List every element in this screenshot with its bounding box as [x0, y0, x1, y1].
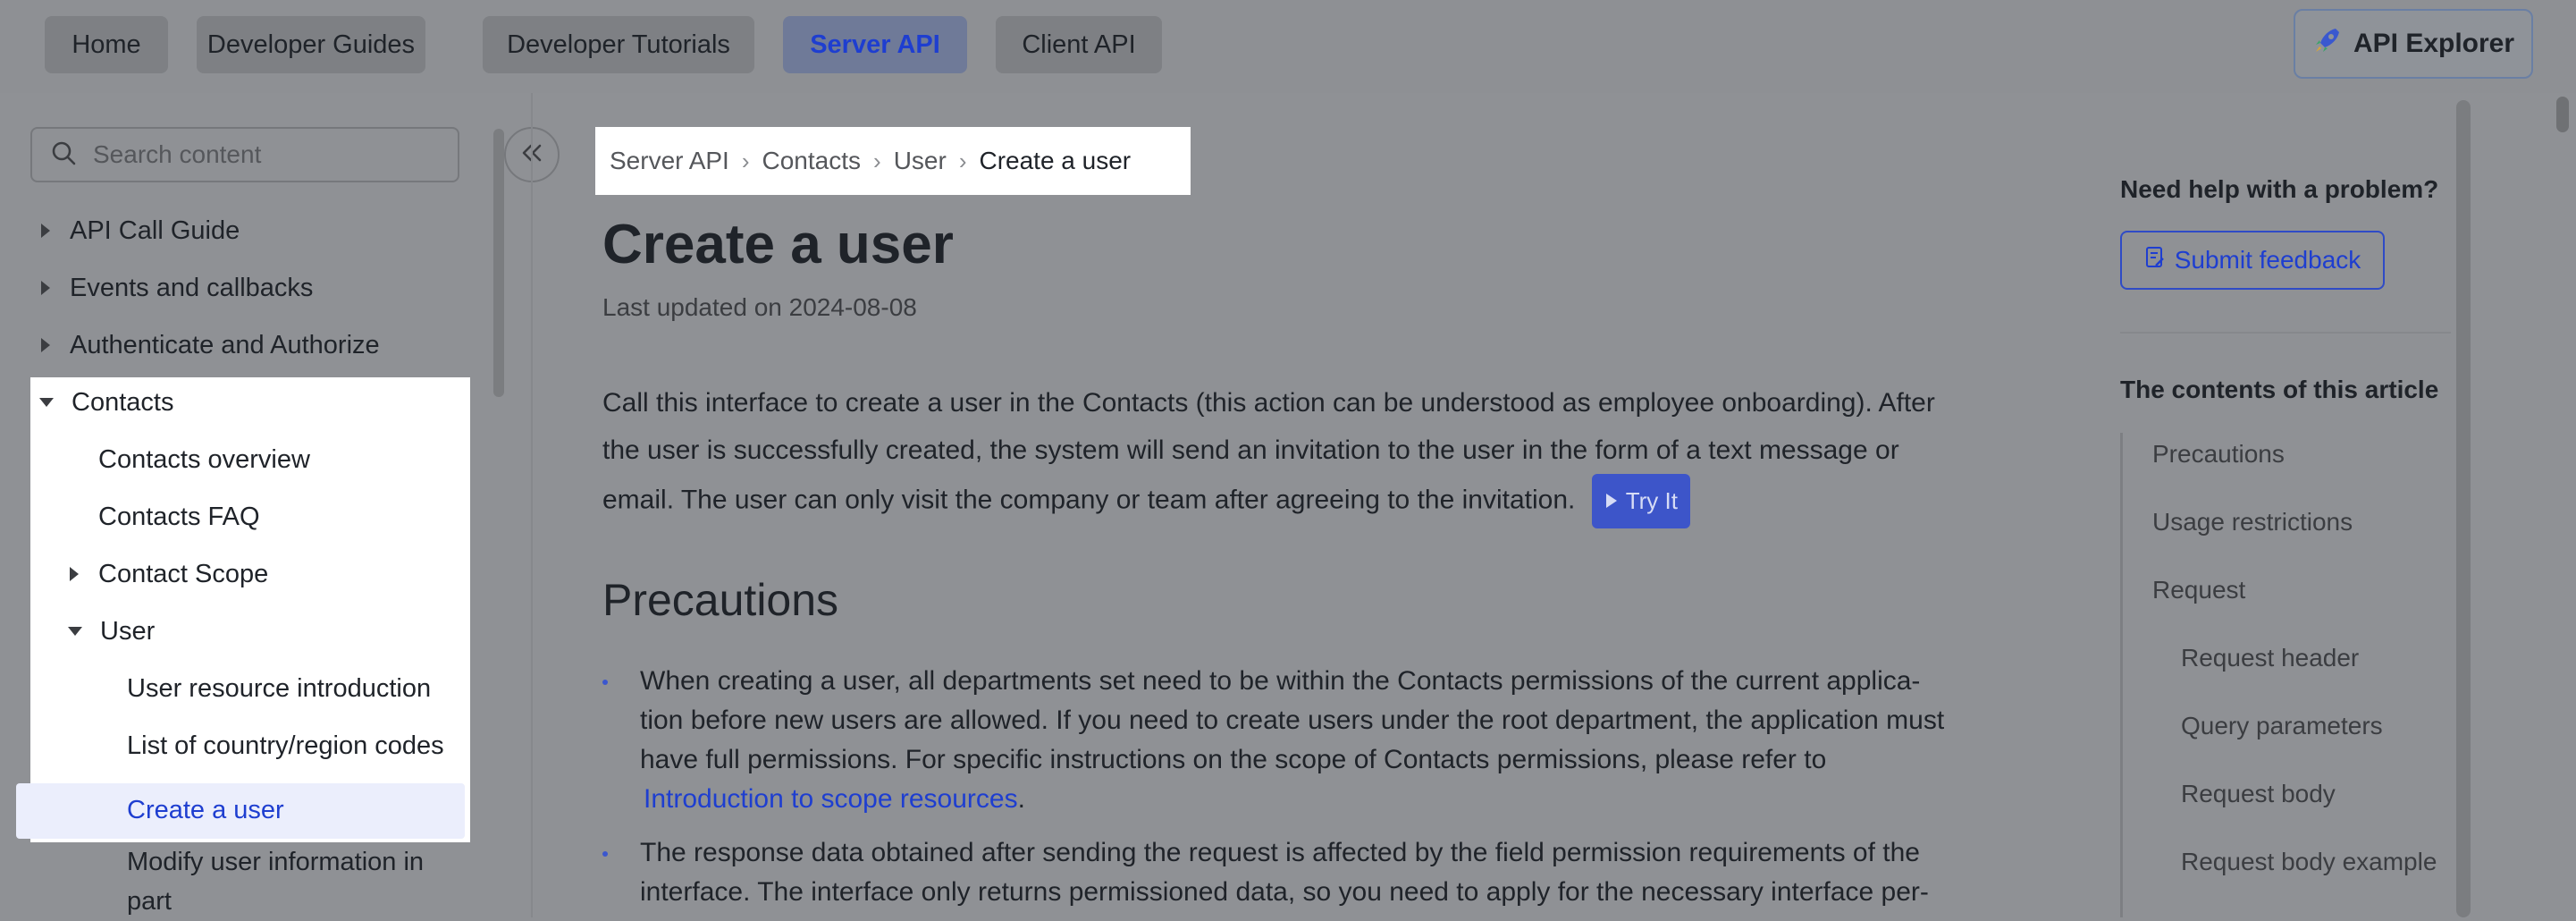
content-scrollbar[interactable]: [2456, 100, 2471, 917]
page-title: Create a user: [602, 214, 954, 275]
sidebar-item-label: Contact Scope: [98, 559, 269, 588]
search-box[interactable]: [30, 127, 459, 182]
sidebar-item-label: Events and callbacks: [70, 273, 314, 302]
breadcrumb-contacts[interactable]: Contacts: [762, 147, 862, 175]
try-it-button[interactable]: Try It: [1591, 474, 1690, 528]
intro-line-last: email. The user can only visit the compa…: [602, 474, 2068, 528]
sidebar-item-label: User: [100, 616, 156, 646]
intro-line-text: email. The user can only visit the compa…: [602, 485, 1576, 515]
nav-tab-developer-guides[interactable]: Developer Guides: [197, 16, 425, 73]
toc-item-request-header[interactable]: Request header: [2181, 644, 2359, 672]
toc-item-request[interactable]: Request: [2152, 576, 2245, 604]
search-input[interactable]: [91, 139, 452, 170]
sidebar-item-label: Contacts FAQ: [98, 502, 260, 531]
breadcrumb: Server API › Contacts › User › Create a …: [595, 127, 1191, 195]
breadcrumb-server-api[interactable]: Server API: [610, 147, 729, 175]
period: .: [1017, 784, 1025, 814]
sidebar-item-contacts-faq[interactable]: Contacts FAQ: [98, 490, 260, 544]
sidebar-item-api-call-guide[interactable]: API Call Guide: [41, 204, 240, 258]
sidebar-divider: [531, 93, 533, 917]
sidebar-item-country-region-codes[interactable]: List of country/region codes: [127, 719, 444, 773]
sidebar-item-label: User resource introduction: [127, 673, 432, 703]
intro-paragraph: Call this interface to create a user in …: [602, 379, 2068, 528]
search-icon: [50, 139, 77, 171]
toc-item-request-body-example[interactable]: Request body example: [2181, 848, 2437, 876]
list-item-line: Introduction to scope resources.: [640, 780, 2050, 819]
try-it-label: Try It: [1625, 487, 1678, 514]
caret-right-icon: [41, 224, 50, 238]
help-heading: Need help with a problem?: [2120, 175, 2439, 203]
caret-right-icon: [41, 281, 50, 295]
toc-item-request-body[interactable]: Request body: [2181, 780, 2336, 808]
bullet-dot: [602, 851, 608, 857]
caret-right-icon: [70, 567, 79, 581]
list-item-line: interface. The interface only returns pe…: [640, 877, 1929, 907]
list-item-line: tion before new users are allowed. If yo…: [640, 706, 1945, 735]
toc-divider: [2120, 332, 2451, 334]
sidebar-scrollbar[interactable]: [493, 129, 504, 397]
sidebar-item-label: Authenticate and Authorize: [70, 330, 380, 359]
sidebar-item-authenticate-and-authorize[interactable]: Authenticate and Authorize: [41, 318, 380, 372]
api-explorer-label: API Explorer: [2353, 29, 2515, 58]
intro-line: the user is successfully created, the sy…: [602, 435, 1899, 465]
intro-line: Call this interface to create a user in …: [602, 388, 1935, 418]
bullet-dot: [602, 680, 608, 685]
page-scrollbar-thumb[interactable]: [2556, 97, 2569, 132]
toc-item-query-parameters[interactable]: Query parameters: [2181, 712, 2383, 740]
api-explorer-button[interactable]: API Explorer: [2294, 9, 2533, 79]
nav-tab-client-api[interactable]: Client API: [996, 16, 1162, 73]
nav-tab-server-api[interactable]: Server API: [783, 16, 967, 73]
sidebar-item-label: Create a user: [127, 795, 284, 824]
sidebar-item-modify-user-info[interactable]: Modify user information in part: [127, 842, 449, 921]
sidebar-item-contacts[interactable]: Contacts: [39, 376, 173, 429]
list-item-line: When creating a user, all departments se…: [640, 666, 1921, 696]
feedback-icon: [2144, 246, 2166, 275]
caret-down-icon: [68, 627, 82, 636]
sidebar-item-label: API Call Guide: [70, 215, 240, 245]
sidebar-item-label: Contacts overview: [98, 444, 310, 474]
submit-feedback-button[interactable]: Submit feedback: [2120, 231, 2385, 290]
chevron-right-icon: ›: [958, 147, 967, 174]
chevron-right-icon: ›: [873, 147, 881, 174]
section-heading-precautions: Precautions: [602, 575, 839, 625]
left-sidebar: API Call Guide Events and callbacks Auth…: [0, 93, 505, 917]
breadcrumb-user[interactable]: User: [894, 147, 947, 175]
list-item: When creating a user, all departments se…: [602, 662, 2050, 819]
caret-right-icon: [41, 338, 50, 352]
last-updated-date: Last updated on 2024-08-08: [602, 293, 917, 321]
chevron-right-icon: ›: [741, 147, 750, 174]
toc-item-precautions[interactable]: Precautions: [2152, 440, 2285, 469]
rocket-icon: [2312, 25, 2343, 63]
sidebar-item-create-a-user[interactable]: Create a user: [127, 783, 284, 837]
sidebar-item-label: List of country/region codes: [127, 731, 444, 760]
nav-tab-home[interactable]: Home: [45, 16, 168, 73]
breadcrumb-current: Create a user: [979, 147, 1132, 174]
play-icon: [1604, 477, 1619, 525]
list-item-line: The response data obtained after sending…: [640, 838, 1920, 867]
submit-feedback-label: Submit feedback: [2174, 246, 2361, 274]
toc-title: The contents of this article: [2120, 376, 2439, 403]
nav-tab-developer-tutorials[interactable]: Developer Tutorials: [483, 16, 754, 73]
list-item: The response data obtained after sending…: [602, 833, 2050, 912]
caret-down-icon: [39, 398, 54, 407]
sidebar-item-user[interactable]: User: [68, 604, 155, 658]
top-navigation-bar: Home Developer Guides Developer Tutorial…: [0, 0, 2576, 93]
sidebar-item-user-resource-introduction[interactable]: User resource introduction: [127, 662, 431, 715]
scope-resources-link[interactable]: Introduction to scope resources: [644, 784, 1018, 814]
sidebar-item-contact-scope[interactable]: Contact Scope: [70, 547, 268, 601]
sidebar-item-contacts-overview[interactable]: Contacts overview: [98, 433, 310, 486]
sidebar-item-events-and-callbacks[interactable]: Events and callbacks: [41, 261, 313, 315]
sidebar-item-label: Contacts: [72, 387, 174, 417]
toc-guide-line: [2120, 433, 2123, 917]
list-item-line: have full permissions. For specific inst…: [640, 745, 1827, 774]
toc-item-usage-restrictions[interactable]: Usage restrictions: [2152, 508, 2353, 537]
sidebar-item-label: Modify user information in part: [127, 848, 425, 916]
